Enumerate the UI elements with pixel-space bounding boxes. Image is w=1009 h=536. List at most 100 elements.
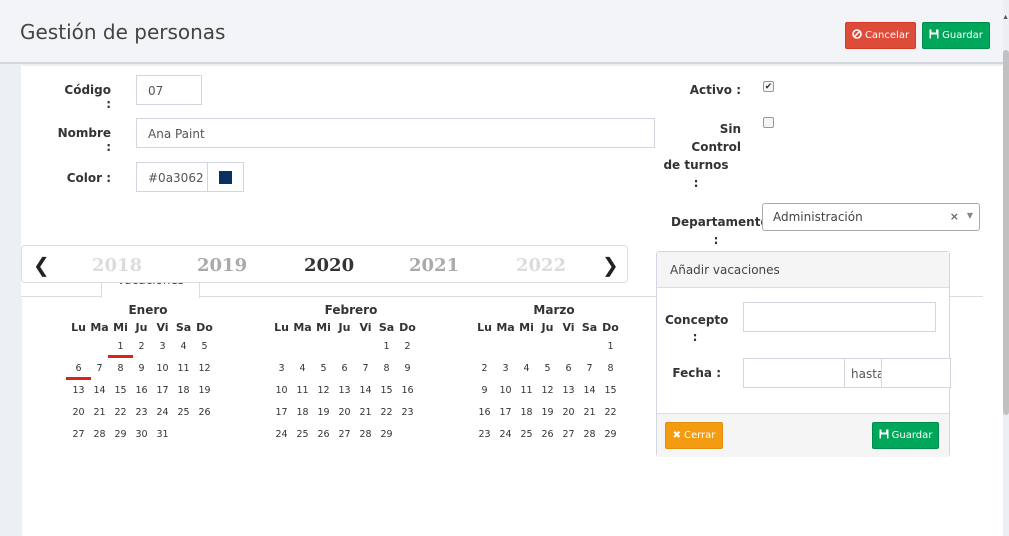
day-cell[interactable]: 31	[152, 425, 173, 447]
day-cell[interactable]: 16	[131, 381, 152, 403]
color-swatch-button[interactable]	[207, 162, 244, 192]
day-cell[interactable]: 23	[397, 403, 418, 425]
day-cell[interactable]: 23	[474, 425, 495, 447]
day-cell[interactable]: 19	[537, 403, 558, 425]
day-cell[interactable]: 27	[334, 425, 355, 447]
day-cell[interactable]: 29	[376, 425, 397, 447]
day-cell[interactable]: 8	[110, 359, 131, 381]
day-cell[interactable]: 5	[537, 359, 558, 381]
day-cell[interactable]: 20	[334, 403, 355, 425]
day-cell[interactable]: 7	[89, 359, 110, 381]
day-cell[interactable]: 28	[579, 425, 600, 447]
codigo-input[interactable]: 07	[136, 75, 202, 105]
year-2020-selected[interactable]: 2020	[304, 255, 354, 276]
day-cell[interactable]: 28	[355, 425, 376, 447]
day-cell[interactable]: 3	[271, 359, 292, 381]
day-cell[interactable]: 22	[110, 403, 131, 425]
close-button[interactable]: ✖ Cerrar	[665, 422, 723, 449]
day-cell[interactable]: 3	[152, 337, 173, 359]
day-cell[interactable]: 21	[89, 403, 110, 425]
day-cell[interactable]: 15	[600, 381, 621, 403]
day-cell[interactable]: 26	[194, 403, 215, 425]
day-cell[interactable]: 8	[600, 359, 621, 381]
day-cell[interactable]: 13	[558, 381, 579, 403]
color-input[interactable]: #0a3062	[136, 162, 208, 192]
day-cell[interactable]: 12	[537, 381, 558, 403]
day-cell[interactable]: 21	[355, 403, 376, 425]
day-cell[interactable]: 9	[474, 381, 495, 403]
clear-icon[interactable]: ×	[950, 210, 959, 223]
nombre-input[interactable]: Ana Paint	[136, 118, 655, 148]
day-cell[interactable]: 13	[68, 381, 89, 403]
day-cell[interactable]: 16	[474, 403, 495, 425]
day-cell[interactable]: 6	[334, 359, 355, 381]
day-cell[interactable]: 24	[271, 425, 292, 447]
page-scrollbar[interactable]	[1003, 50, 1009, 415]
day-cell[interactable]: 22	[376, 403, 397, 425]
day-cell[interactable]: 12	[313, 381, 334, 403]
day-cell[interactable]: 24	[495, 425, 516, 447]
day-cell[interactable]: 22	[600, 403, 621, 425]
day-cell[interactable]: 24	[152, 403, 173, 425]
add-vacation-save-button[interactable]: Guardar	[872, 422, 939, 449]
day-cell[interactable]: 1	[376, 337, 397, 359]
day-cell[interactable]: 8	[376, 359, 397, 381]
day-cell[interactable]: 29	[110, 425, 131, 447]
day-cell[interactable]: 29	[600, 425, 621, 447]
day-cell[interactable]: 1	[600, 337, 621, 359]
day-cell[interactable]: 15	[110, 381, 131, 403]
year-2022[interactable]: 2022	[516, 255, 566, 276]
concepto-input[interactable]	[743, 302, 936, 332]
year-2018[interactable]: 2018	[92, 255, 142, 276]
day-cell-marked[interactable]: 6	[66, 359, 91, 381]
day-cell[interactable]: 10	[495, 381, 516, 403]
day-cell[interactable]: 10	[152, 359, 173, 381]
day-cell[interactable]: 28	[89, 425, 110, 447]
chevron-down-icon[interactable]: ▼	[967, 211, 973, 220]
day-cell[interactable]: 11	[173, 359, 194, 381]
day-cell[interactable]: 3	[495, 359, 516, 381]
chevron-right-icon[interactable]: ❯	[602, 253, 619, 278]
day-cell[interactable]: 4	[516, 359, 537, 381]
day-cell[interactable]: 14	[89, 381, 110, 403]
day-cell[interactable]: 2	[397, 337, 418, 359]
day-cell[interactable]: 17	[152, 381, 173, 403]
day-cell[interactable]: 20	[558, 403, 579, 425]
day-cell[interactable]: 5	[194, 337, 215, 359]
scroll-up-icon[interactable]: ▲	[1002, 14, 1009, 21]
day-cell[interactable]: 11	[292, 381, 313, 403]
day-cell[interactable]: 7	[355, 359, 376, 381]
day-cell[interactable]: 30	[131, 425, 152, 447]
day-cell-marked[interactable]: 1	[108, 337, 133, 359]
fecha-hasta-input[interactable]	[881, 358, 951, 388]
day-cell[interactable]: 26	[313, 425, 334, 447]
save-button[interactable]: Guardar	[922, 22, 990, 49]
sin-control-checkbox[interactable]	[763, 117, 774, 128]
day-cell[interactable]: 9	[131, 359, 152, 381]
day-cell[interactable]: 16	[397, 381, 418, 403]
day-cell[interactable]: 26	[537, 425, 558, 447]
day-cell[interactable]: 17	[271, 403, 292, 425]
day-cell[interactable]: 7	[579, 359, 600, 381]
cancel-button[interactable]: Cancelar	[845, 22, 916, 49]
day-cell[interactable]: 9	[397, 359, 418, 381]
day-cell[interactable]: 25	[516, 425, 537, 447]
day-cell[interactable]: 10	[271, 381, 292, 403]
day-cell[interactable]: 18	[173, 381, 194, 403]
day-cell[interactable]: 2	[474, 359, 495, 381]
day-cell[interactable]: 11	[516, 381, 537, 403]
day-cell[interactable]: 19	[194, 381, 215, 403]
year-2021[interactable]: 2021	[409, 255, 459, 276]
day-cell[interactable]: 12	[194, 359, 215, 381]
fecha-desde-input[interactable]	[743, 358, 845, 388]
day-cell[interactable]: 6	[558, 359, 579, 381]
day-cell[interactable]: 4	[173, 337, 194, 359]
day-cell[interactable]: 23	[131, 403, 152, 425]
day-cell[interactable]: 14	[355, 381, 376, 403]
day-cell[interactable]: 2	[131, 337, 152, 359]
day-cell[interactable]: 21	[579, 403, 600, 425]
day-cell[interactable]: 18	[292, 403, 313, 425]
day-cell[interactable]: 15	[376, 381, 397, 403]
day-cell[interactable]: 27	[558, 425, 579, 447]
day-cell[interactable]: 19	[313, 403, 334, 425]
